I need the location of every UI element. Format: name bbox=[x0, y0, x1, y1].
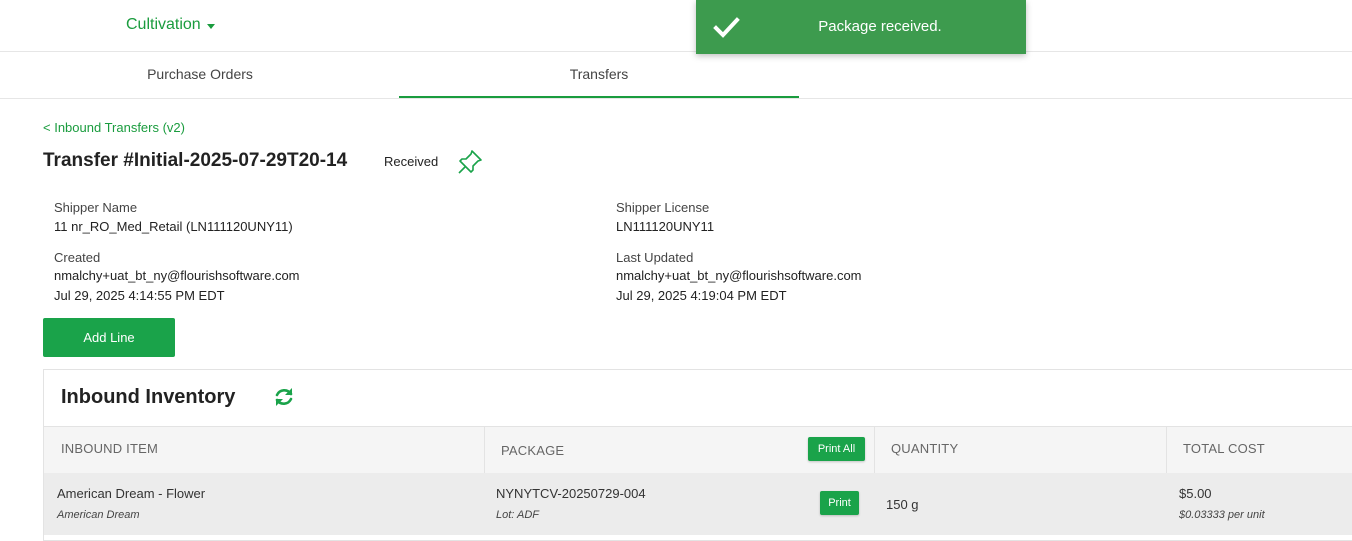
package-id: NYNYTCV-20250729-004 bbox=[496, 486, 646, 501]
caret-down-icon bbox=[206, 23, 215, 29]
column-divider bbox=[484, 427, 485, 473]
column-header-inbound-item: INBOUND ITEM bbox=[61, 441, 159, 456]
shipper-license-value: LN111120UNY11 bbox=[616, 219, 715, 234]
created-by-value: nmalchy+uat_bt_ny@flourishsoftware.com bbox=[54, 268, 300, 283]
top-bar: Cultivation bbox=[0, 0, 1352, 52]
shipper-license-label: Shipper License bbox=[616, 200, 710, 215]
column-divider bbox=[1166, 427, 1167, 473]
item-name: American Dream - Flower bbox=[57, 486, 206, 501]
app-switcher-menu[interactable]: Cultivation bbox=[126, 16, 215, 34]
column-header-package: PACKAGE bbox=[501, 443, 565, 458]
inbound-inventory-panel: Inbound Inventory INBOUND ITEM PACKAGE P… bbox=[43, 369, 1352, 541]
item-strain: American Dream bbox=[57, 509, 140, 521]
shipper-name-value: 11 nr_RO_Med_Retail (LN111120UNY11) bbox=[54, 219, 293, 234]
pin-icon[interactable] bbox=[456, 148, 484, 176]
created-label: Created bbox=[54, 250, 101, 265]
total-cost-value: $5.00 bbox=[1179, 486, 1212, 501]
quantity-value: 150 g bbox=[886, 497, 919, 512]
tab-transfers[interactable]: Transfers bbox=[399, 52, 799, 98]
updated-at-value: Jul 29, 2025 4:19:04 PM EDT bbox=[616, 288, 787, 303]
created-at-value: Jul 29, 2025 4:14:55 PM EDT bbox=[54, 288, 225, 303]
tab-bar: Purchase Orders Transfers bbox=[0, 52, 1352, 99]
tab-purchase-orders[interactable]: Purchase Orders bbox=[0, 52, 400, 98]
last-updated-label: Last Updated bbox=[616, 250, 694, 265]
inventory-title: Inbound Inventory bbox=[61, 386, 236, 408]
package-lot: Lot: ADF bbox=[496, 509, 539, 521]
table-row[interactable]: American Dream - Flower American Dream N… bbox=[44, 473, 1352, 535]
shipper-name-label: Shipper Name bbox=[54, 200, 138, 215]
refresh-icon[interactable] bbox=[273, 386, 295, 408]
column-divider bbox=[874, 427, 875, 473]
add-line-button[interactable]: Add Line bbox=[43, 318, 175, 357]
success-toast[interactable]: Package received. bbox=[696, 0, 1026, 54]
print-all-button[interactable]: Print All bbox=[808, 437, 865, 461]
app-switcher-label: Cultivation bbox=[126, 16, 201, 33]
status-badge: Received bbox=[384, 154, 439, 169]
page-title: Transfer #Initial-2025-07-29T20-14 bbox=[43, 150, 348, 171]
toast-message: Package received. bbox=[818, 18, 942, 35]
column-header-total-cost: TOTAL COST bbox=[1183, 441, 1265, 456]
updated-by-value: nmalchy+uat_bt_ny@flourishsoftware.com bbox=[616, 268, 862, 283]
table-header: INBOUND ITEM PACKAGE Print All QUANTITY … bbox=[44, 426, 1352, 474]
back-to-inbound-transfers-link[interactable]: < Inbound Transfers (v2) bbox=[43, 120, 185, 135]
column-header-quantity: QUANTITY bbox=[891, 441, 959, 456]
print-button[interactable]: Print bbox=[820, 491, 859, 515]
unit-cost-value: $0.03333 per unit bbox=[1179, 509, 1265, 521]
